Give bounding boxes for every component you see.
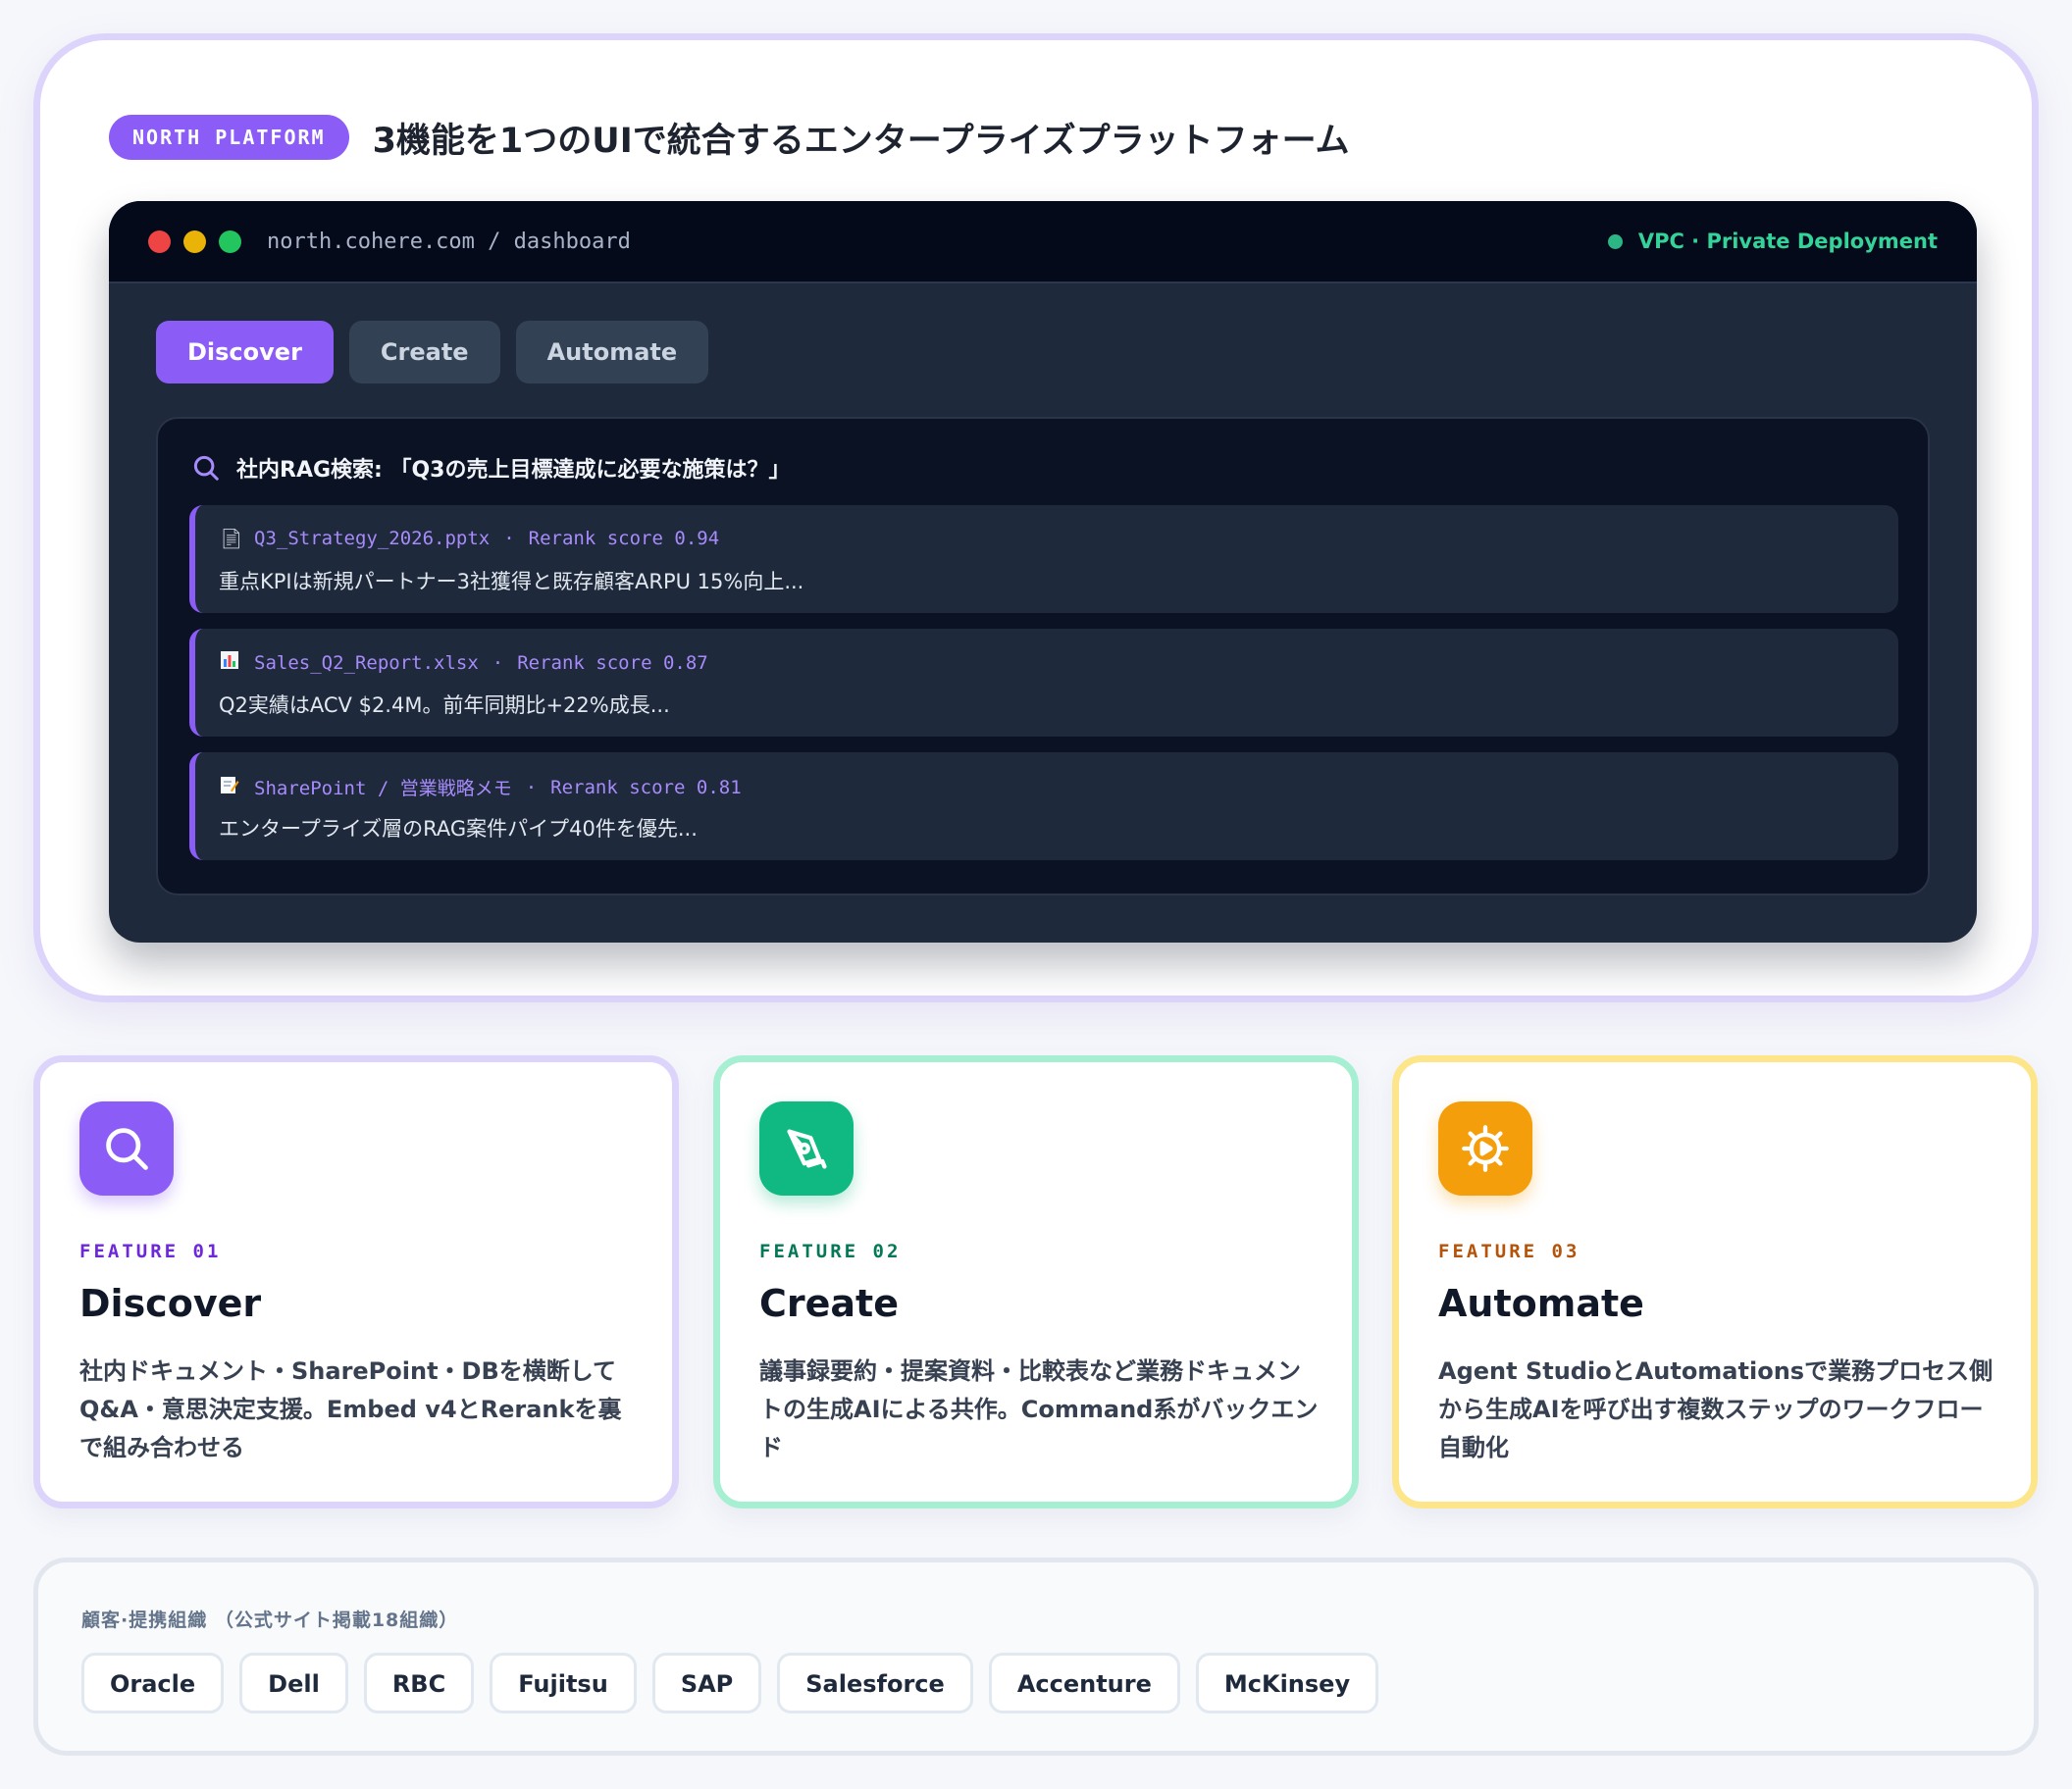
customer-logo-oracle: Oracle bbox=[81, 1653, 225, 1713]
feature-card-discover: FEATURE 01 Discover 社内ドキュメント・SharePoint・… bbox=[33, 1055, 679, 1508]
feature-description: Agent StudioとAutomationsで業務プロセス側から生成AIを呼… bbox=[1438, 1357, 1994, 1461]
result-meta: SharePoint / 営業戦略メモ · Rerank score 0.81 bbox=[219, 774, 742, 800]
feature-description: 議事録要約・提案資料・比較表など業務ドキュメントの生成AIによる共作。Comma… bbox=[759, 1357, 1319, 1461]
memo-icon bbox=[219, 775, 240, 799]
feature-name: Automate bbox=[1438, 1282, 1644, 1325]
app-window: north.cohere.com / dashboard VPC · Priva… bbox=[109, 201, 1977, 943]
hero-header: NORTH PLATFORM 3機能を1つのUIで統合するエンタープライズプラッ… bbox=[109, 115, 1350, 161]
result-separator: · bbox=[492, 651, 504, 674]
tab-create[interactable]: Create bbox=[348, 321, 500, 383]
window-titlebar: north.cohere.com / dashboard VPC · Priva… bbox=[109, 201, 1977, 283]
result-source: SharePoint / 営業戦略メモ bbox=[254, 778, 512, 799]
minimize-window-dot[interactable] bbox=[183, 230, 206, 253]
customer-logo-rbc: RBC bbox=[363, 1653, 475, 1713]
result-source: Q3_Strategy_2026.pptx bbox=[254, 528, 491, 549]
feature-number: FEATURE 02 bbox=[759, 1241, 902, 1262]
tab-bar: Discover Create Automate bbox=[156, 321, 709, 383]
tab-discover[interactable]: Discover bbox=[156, 321, 334, 383]
search-result-item[interactable]: 📄︎ Q3_Strategy_2026.pptx · Rerank score … bbox=[189, 505, 1898, 613]
search-icon bbox=[193, 455, 219, 481]
customer-logo-sap: SAP bbox=[651, 1653, 762, 1713]
result-snippet: 重点KPIは新規パートナー3社獲得と既存顧客ARPU 15%向上... bbox=[219, 570, 804, 593]
search-icon bbox=[79, 1101, 174, 1196]
feature-card-automate: FEATURE 03 Automate Agent StudioとAutomat… bbox=[1392, 1055, 2038, 1508]
customer-logos: Oracle Dell RBC Fujitsu SAP Salesforce A… bbox=[81, 1653, 1379, 1713]
chart-icon bbox=[219, 650, 240, 675]
feature-number: FEATURE 01 bbox=[79, 1241, 222, 1262]
address-url[interactable]: north.cohere.com / dashboard bbox=[267, 230, 631, 254]
customer-logo-fujitsu: Fujitsu bbox=[490, 1653, 637, 1713]
customers-section: 顧客·提携組織 （公式サイト掲載18組織） Oracle Dell RBC Fu… bbox=[33, 1558, 2039, 1756]
result-snippet: エンタープライズ層のRAG案件パイプ40件を優先... bbox=[219, 817, 698, 841]
platform-badge: NORTH PLATFORM bbox=[109, 115, 349, 160]
result-source: Sales_Q2_Report.xlsx bbox=[254, 651, 479, 674]
tab-automate[interactable]: Automate bbox=[515, 321, 709, 383]
deployment-status: VPC · Private Deployment bbox=[1607, 230, 1938, 253]
result-snippet: Q2実績はACV $2.4M。前年同期比+22%成長... bbox=[219, 693, 670, 717]
customer-logo-salesforce: Salesforce bbox=[777, 1653, 973, 1713]
result-score: Rerank score 0.81 bbox=[550, 776, 742, 798]
customers-label: 顧客·提携組織 （公式サイト掲載18組織） bbox=[81, 1610, 459, 1631]
pen-icon bbox=[759, 1101, 854, 1196]
result-score: Rerank score 0.94 bbox=[528, 528, 720, 549]
result-score: Rerank score 0.87 bbox=[517, 651, 708, 674]
hero-card: NORTH PLATFORM 3機能を1つのUIで統合するエンタープライズプラッ… bbox=[33, 33, 2039, 1002]
customer-logo-accenture: Accenture bbox=[988, 1653, 1180, 1713]
status-dot-icon bbox=[1607, 233, 1623, 249]
search-panel: 社内RAG検索: 「Q3の売上目標達成に必要な施策は？」 📄︎ Q3_Strat… bbox=[156, 417, 1930, 895]
result-meta: Sales_Q2_Report.xlsx · Rerank score 0.87 bbox=[219, 650, 708, 675]
gear-icon bbox=[1438, 1101, 1532, 1196]
customer-logo-dell: Dell bbox=[239, 1653, 348, 1713]
search-query-text: 社内RAG検索: 「Q3の売上目標達成に必要な施策は？」 bbox=[236, 458, 791, 483]
search-result-item[interactable]: Sales_Q2_Report.xlsx · Rerank score 0.87… bbox=[189, 629, 1898, 737]
feature-name: Discover bbox=[79, 1282, 262, 1325]
document-icon: 📄︎ bbox=[219, 527, 244, 550]
feature-description: 社内ドキュメント・SharePoint・DBを横断してQ&A・意思決定支援。Em… bbox=[79, 1357, 622, 1461]
feature-name: Create bbox=[759, 1282, 899, 1325]
result-separator: · bbox=[503, 528, 515, 549]
feature-number: FEATURE 03 bbox=[1438, 1241, 1580, 1262]
close-window-dot[interactable] bbox=[148, 230, 171, 253]
search-query[interactable]: 社内RAG検索: 「Q3の売上目標達成に必要な施策は？」 bbox=[191, 452, 791, 484]
maximize-window-dot[interactable] bbox=[219, 230, 241, 253]
feature-card-create: FEATURE 02 Create 議事録要約・提案資料・比較表など業務ドキュメ… bbox=[713, 1055, 1359, 1508]
result-separator: · bbox=[525, 776, 538, 798]
search-result-item[interactable]: SharePoint / 営業戦略メモ · Rerank score 0.81 … bbox=[189, 752, 1898, 860]
deployment-label: VPC · Private Deployment bbox=[1637, 230, 1938, 253]
customer-logo-mckinsey: McKinsey bbox=[1195, 1653, 1379, 1713]
hero-title: 3機能を1つのUIで統合するエンタープライズプラットフォーム bbox=[372, 121, 1350, 161]
result-meta: 📄︎ Q3_Strategy_2026.pptx · Rerank score … bbox=[219, 527, 719, 550]
